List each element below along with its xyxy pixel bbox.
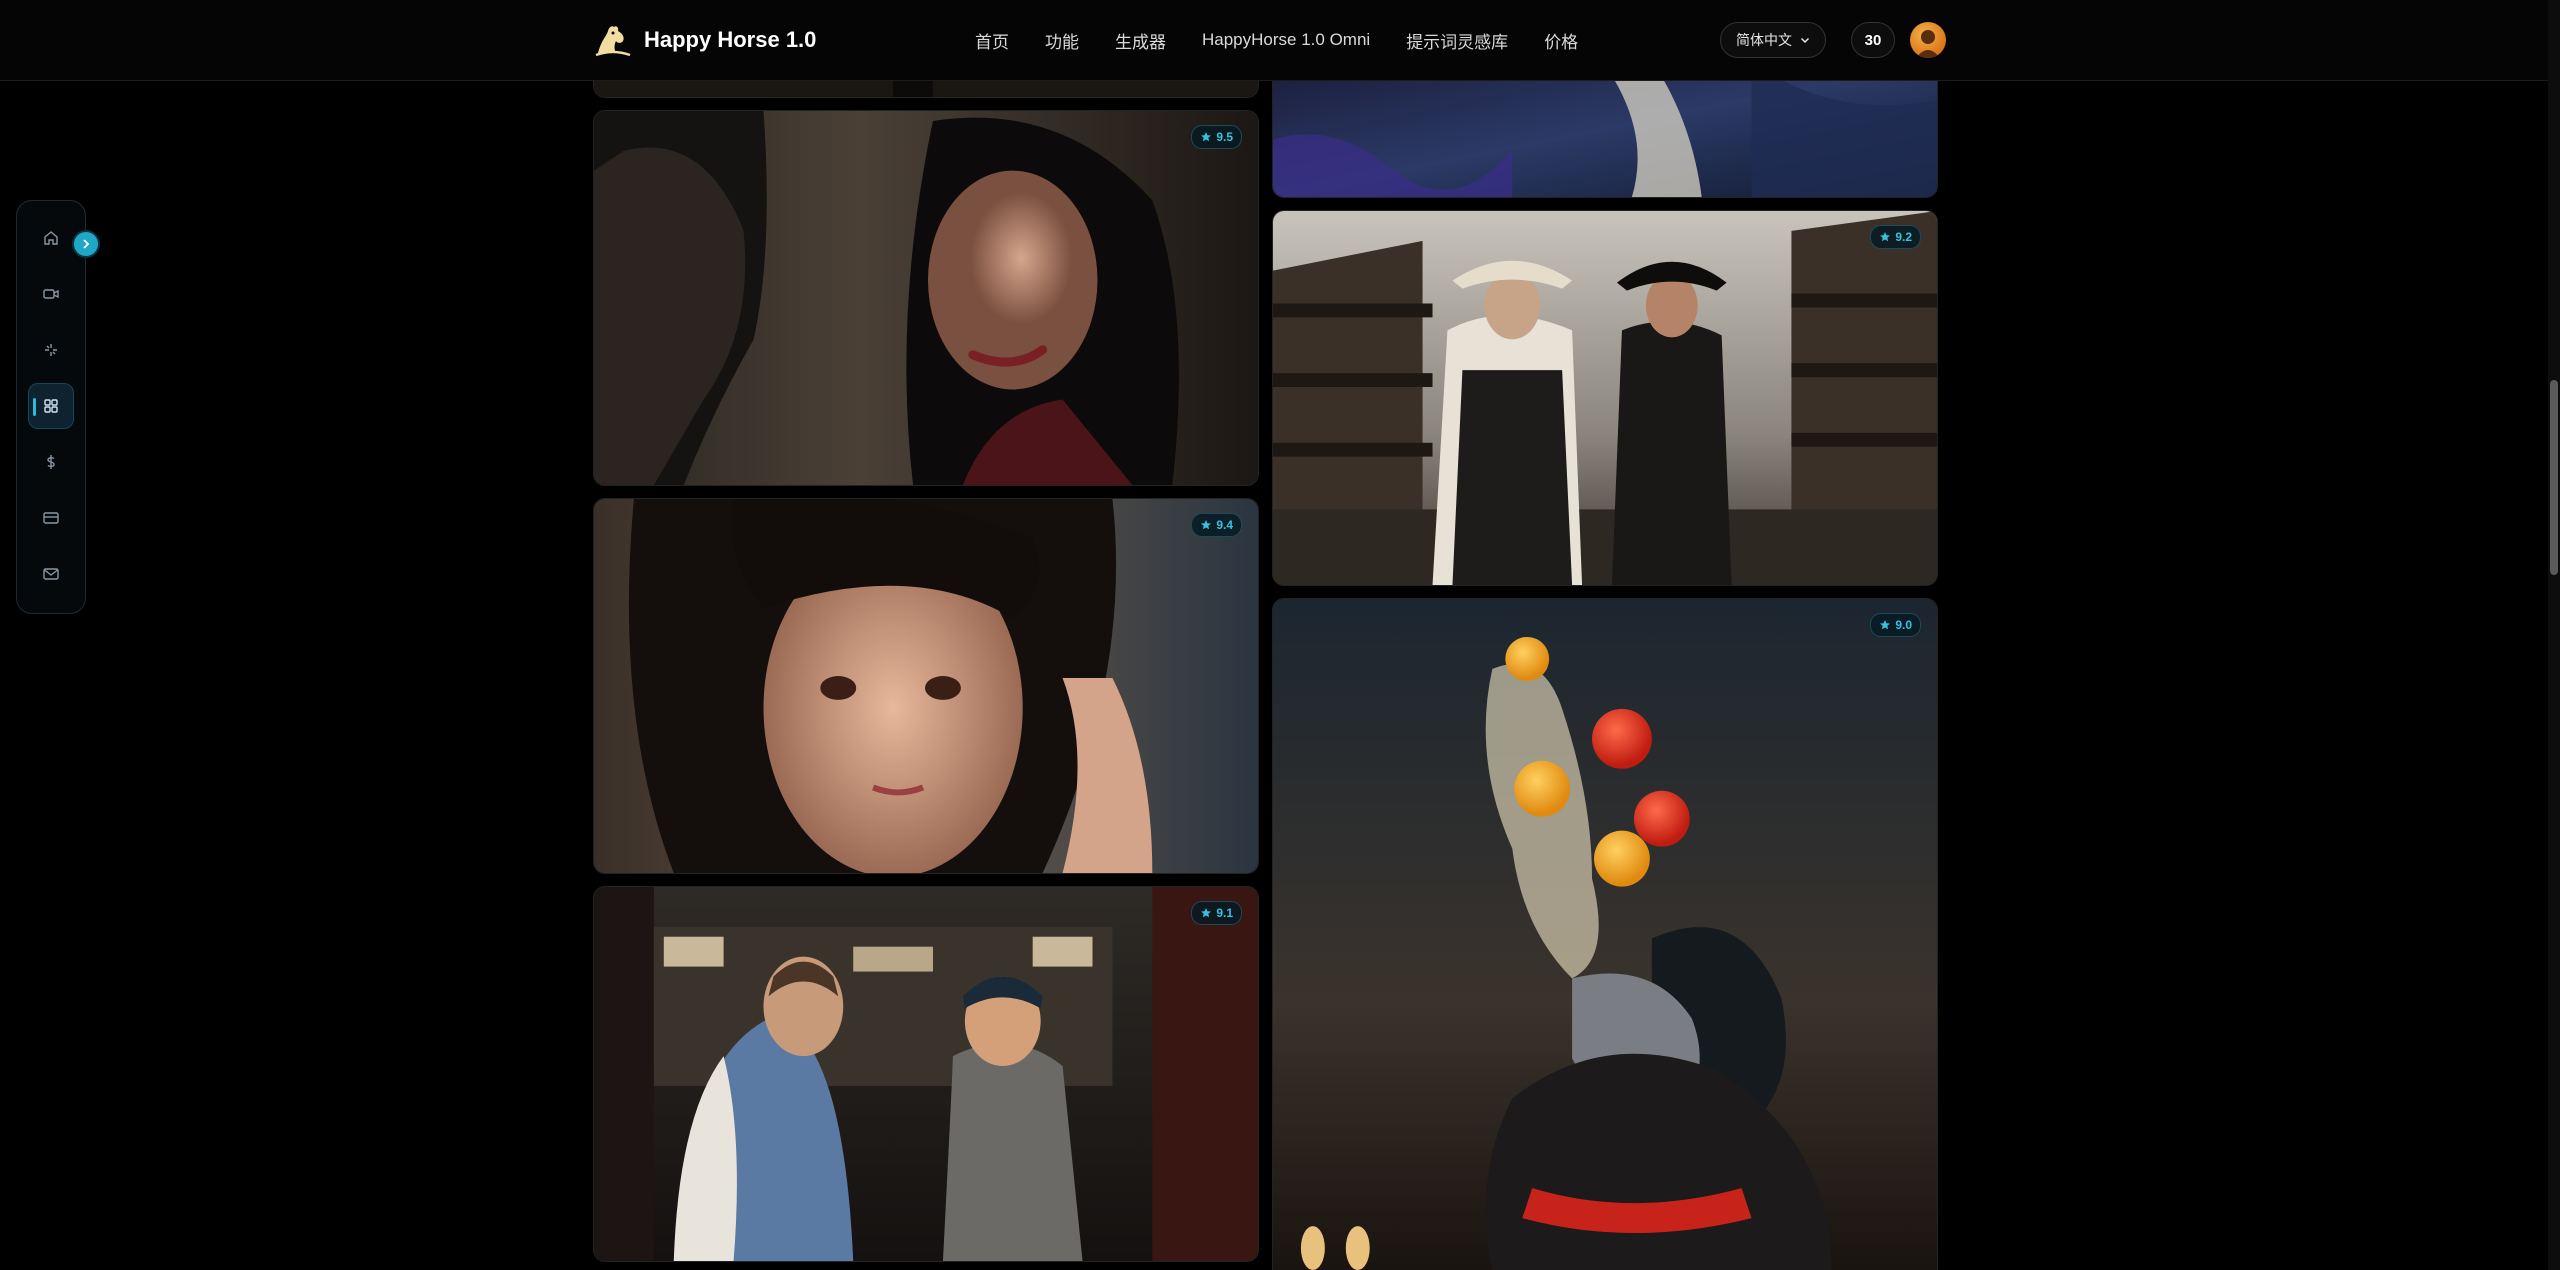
star-icon [1880,232,1891,242]
gallery-card-5[interactable]: 9.0 [1272,598,1938,1270]
chevron-down-icon [1800,37,1810,44]
credits-badge: 30 [1851,22,1895,58]
rating-value: 9.5 [1216,130,1233,144]
gallery-card-3[interactable]: 9.1 [593,886,1259,1262]
side-rail [16,200,86,614]
brand-logo-link[interactable]: Happy Horse 1.0 [592,17,816,63]
star-icon [1201,908,1212,918]
gallery-thumbnail [594,499,1258,873]
nav-omni[interactable]: HappyHorse 1.0 Omni [1202,30,1370,50]
card-icon [43,512,59,524]
rail-expand-button[interactable] [72,230,100,258]
gallery-thumbnail [594,111,1258,485]
star-icon [1201,132,1212,142]
rail-contact-button[interactable] [28,551,74,597]
home-icon [44,231,58,245]
gallery-thumbnail [1273,599,1937,1270]
horse-logo-icon [595,26,631,57]
page-scrollbar[interactable] [2548,0,2560,1270]
video-icon [43,289,59,299]
rail-home-button[interactable] [28,215,74,261]
rating-badge: 9.0 [1870,613,1921,637]
rating-value: 9.1 [1216,906,1233,920]
main-nav: 首页 功能 生成器 HappyHorse 1.0 Omni 提示词灵感库 价格 [975,0,1578,80]
rating-badge: 9.2 [1870,225,1921,249]
user-avatar[interactable] [1910,22,1946,58]
rating-badge: 9.5 [1191,125,1242,149]
gallery-thumbnail [594,887,1258,1261]
rail-effects-button[interactable] [28,327,74,373]
rating-value: 9.0 [1895,618,1912,632]
nav-pricing[interactable]: 价格 [1544,28,1578,53]
dollar-icon [47,455,55,469]
gallery-card-1[interactable]: 9.5 [593,110,1259,486]
language-selected: 简体中文 [1736,32,1792,48]
star-icon [1201,520,1212,530]
sparkle-icon [45,344,57,356]
credits-count: 30 [1864,31,1882,49]
gallery-card-2[interactable]: 9.4 [593,498,1259,874]
rating-badge: 9.4 [1191,513,1242,537]
gallery-thumbnail [1273,61,1937,197]
star-icon [1880,620,1891,630]
avatar-image [1916,30,1940,58]
rating-value: 9.4 [1216,518,1233,532]
nav-prompt-library[interactable]: 提示词灵感库 [1406,28,1508,53]
gallery-thumbnail [1273,211,1937,585]
grid-icon [44,399,58,413]
gallery-card-4[interactable]: 9.2 [1272,210,1938,586]
rating-badge: 9.1 [1191,901,1242,925]
top-header: Happy Horse 1.0 首页 功能 生成器 HappyHorse 1.0… [0,0,2548,81]
rating-value: 9.2 [1895,230,1912,244]
nav-features[interactable]: 功能 [1045,28,1079,53]
rail-pricing-button[interactable] [28,439,74,485]
language-select[interactable]: 简体中文 [1720,22,1826,58]
rail-billing-button[interactable] [28,495,74,541]
rail-video-button[interactable] [28,271,74,317]
chevron-right-icon [83,239,90,249]
nav-generator[interactable]: 生成器 [1115,28,1166,53]
mail-icon [43,568,59,580]
rail-gallery-button[interactable] [28,383,74,429]
brand-name: Happy Horse 1.0 [644,27,817,52]
nav-home[interactable]: 首页 [975,28,1009,53]
scrollbar-thumb[interactable] [2550,380,2558,575]
